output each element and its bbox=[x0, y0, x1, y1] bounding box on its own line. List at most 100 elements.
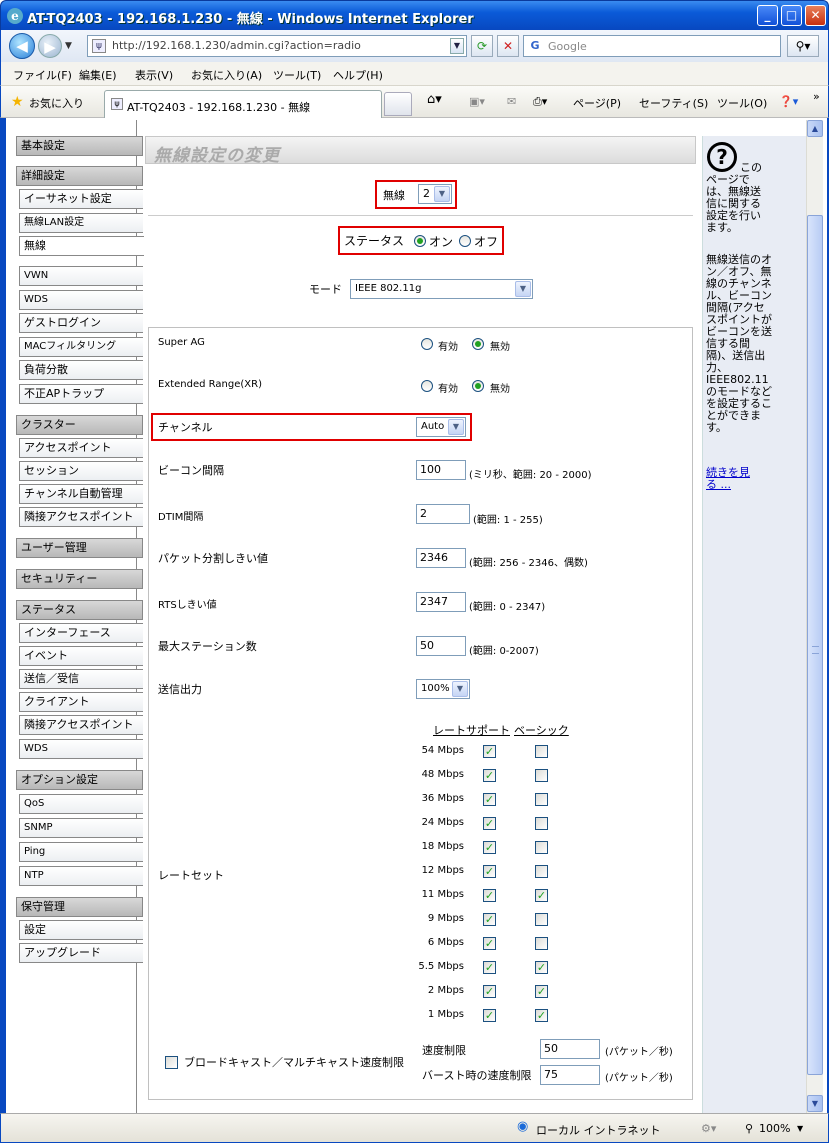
mail-icon[interactable]: ✉ bbox=[507, 95, 516, 108]
chevron-icon[interactable]: » bbox=[813, 90, 820, 103]
radio-select[interactable]: 2 ▼ bbox=[418, 184, 452, 204]
menu-favorites[interactable]: お気に入り(A) bbox=[191, 67, 262, 83]
nav-basic[interactable]: 基本設定 bbox=[16, 136, 143, 156]
nav-mac-filter[interactable]: MACフィルタリング bbox=[19, 337, 143, 357]
page-menu[interactable]: ページ(P) bbox=[573, 95, 621, 111]
nav-upgrade[interactable]: アップグレード bbox=[19, 943, 143, 963]
status-on-radio[interactable] bbox=[414, 235, 426, 247]
rate-basic-checkbox[interactable] bbox=[535, 793, 548, 806]
nav-maintenance[interactable]: 保守管理 bbox=[16, 897, 143, 917]
rate-basic-checkbox[interactable] bbox=[535, 937, 548, 950]
zoom-level[interactable]: 100% bbox=[759, 1122, 790, 1135]
rate-basic-checkbox[interactable] bbox=[535, 817, 548, 830]
safety-menu[interactable]: セーフティ(S) bbox=[639, 95, 708, 111]
nav-security[interactable]: セキュリティー bbox=[16, 569, 143, 589]
zoom-dropdown-icon[interactable]: ▼ bbox=[797, 1124, 803, 1133]
menu-help[interactable]: ヘルプ(H) bbox=[333, 67, 383, 83]
nav-status[interactable]: ステータス bbox=[16, 600, 143, 620]
maximize-button[interactable]: □ bbox=[781, 5, 802, 26]
close-button[interactable]: ✕ bbox=[805, 5, 826, 26]
rate-limit-input[interactable]: 50 bbox=[540, 1039, 600, 1059]
menu-file[interactable]: ファイル(F) bbox=[13, 67, 72, 83]
nav-neighbor-ap[interactable]: 隣接アクセスポイント bbox=[19, 507, 143, 527]
stop-button[interactable]: ✕ bbox=[497, 35, 519, 57]
rate-support-checkbox[interactable]: ✓ bbox=[483, 937, 496, 950]
rate-support-checkbox[interactable]: ✓ bbox=[483, 865, 496, 878]
feeds-icon[interactable]: ▣▾ bbox=[469, 95, 485, 108]
rate-support-checkbox[interactable]: ✓ bbox=[483, 889, 496, 902]
rate-support-checkbox[interactable]: ✓ bbox=[483, 1009, 496, 1022]
rate-basic-checkbox[interactable] bbox=[535, 841, 548, 854]
forward-button[interactable]: ▶ bbox=[38, 34, 62, 58]
mode-select[interactable]: IEEE 802.11g ▼ bbox=[350, 279, 533, 299]
nav-status-neighbor-ap[interactable]: 隣接アクセスポイント bbox=[19, 715, 143, 735]
rate-basic-checkbox[interactable] bbox=[535, 913, 548, 926]
nav-rogue-ap[interactable]: 不正APトラップ bbox=[19, 384, 143, 404]
nav-advanced[interactable]: 詳細設定 bbox=[16, 166, 143, 186]
search-field[interactable]: G Google bbox=[523, 35, 781, 57]
nav-ping[interactable]: Ping bbox=[19, 842, 143, 862]
rate-support-checkbox[interactable]: ✓ bbox=[483, 793, 496, 806]
nav-user-mgmt[interactable]: ユーザー管理 bbox=[16, 538, 143, 558]
favorites-button[interactable]: お気に入り bbox=[29, 95, 84, 111]
nav-cluster[interactable]: クラスター bbox=[16, 415, 143, 435]
nav-config[interactable]: 設定 bbox=[19, 920, 143, 940]
nav-options[interactable]: オプション設定 bbox=[16, 770, 143, 790]
refresh-button[interactable]: ⟳ bbox=[471, 35, 493, 57]
nav-qos[interactable]: QoS bbox=[19, 794, 143, 814]
new-tab-button[interactable] bbox=[384, 92, 412, 116]
super-ag-disable-radio[interactable] bbox=[472, 338, 484, 350]
nav-wireless-lan[interactable]: 無線LAN設定 bbox=[19, 213, 143, 233]
address-dropdown-icon[interactable]: ▼ bbox=[450, 38, 464, 54]
broadcast-checkbox[interactable] bbox=[165, 1056, 178, 1069]
tools-menu[interactable]: ツール(O) bbox=[717, 95, 767, 111]
dtim-input[interactable]: 2 bbox=[416, 504, 470, 524]
xr-enable-radio[interactable] bbox=[421, 380, 433, 392]
rate-support-checkbox[interactable]: ✓ bbox=[483, 817, 496, 830]
menu-tools[interactable]: ツール(T) bbox=[273, 67, 321, 83]
home-icon[interactable]: ⌂▾ bbox=[427, 92, 442, 107]
rts-input[interactable]: 2347 bbox=[416, 592, 466, 612]
rate-basic-checkbox[interactable] bbox=[535, 745, 548, 758]
maxsta-input[interactable]: 50 bbox=[416, 636, 466, 656]
nav-ethernet[interactable]: イーサネット設定 bbox=[19, 189, 143, 209]
rate-basic-checkbox[interactable] bbox=[535, 769, 548, 782]
rate-basic-checkbox[interactable] bbox=[535, 865, 548, 878]
nav-load-balance[interactable]: 負荷分散 bbox=[19, 360, 143, 380]
history-dropdown-icon[interactable]: ▼ bbox=[65, 41, 72, 51]
xr-disable-radio[interactable] bbox=[472, 380, 484, 392]
rate-support-checkbox[interactable]: ✓ bbox=[483, 745, 496, 758]
beacon-input[interactable]: 100 bbox=[416, 460, 466, 480]
scroll-down-button[interactable]: ▼ bbox=[807, 1095, 823, 1112]
back-button[interactable]: ◀ bbox=[9, 33, 35, 59]
help-more-link[interactable]: 続きを見る ... bbox=[706, 467, 756, 491]
scroll-up-button[interactable]: ▲ bbox=[807, 120, 823, 137]
nav-access-point[interactable]: アクセスポイント bbox=[19, 438, 143, 458]
rate-support-checkbox[interactable]: ✓ bbox=[483, 913, 496, 926]
nav-status-wds[interactable]: WDS bbox=[19, 739, 143, 759]
channel-select[interactable]: Auto ▼ bbox=[416, 417, 466, 437]
super-ag-enable-radio[interactable] bbox=[421, 338, 433, 350]
rate-basic-checkbox[interactable]: ✓ bbox=[535, 985, 548, 998]
rate-support-checkbox[interactable]: ✓ bbox=[483, 961, 496, 974]
minimize-button[interactable]: _ bbox=[757, 5, 778, 26]
nav-ntp[interactable]: NTP bbox=[19, 866, 143, 886]
rate-support-checkbox[interactable]: ✓ bbox=[483, 985, 496, 998]
nav-session[interactable]: セッション bbox=[19, 461, 143, 481]
rate-basic-checkbox[interactable]: ✓ bbox=[535, 961, 548, 974]
rate-support-checkbox[interactable]: ✓ bbox=[483, 769, 496, 782]
tab-active[interactable]: ψ AT-TQ2403 - 192.168.1.230 - 無線 bbox=[104, 90, 382, 118]
rate-support-checkbox[interactable]: ✓ bbox=[483, 841, 496, 854]
nav-channel-mgmt[interactable]: チャンネル自動管理 bbox=[19, 484, 143, 504]
status-off-radio[interactable] bbox=[459, 235, 471, 247]
protected-mode-icon[interactable]: ⚙▾ bbox=[701, 1122, 716, 1135]
nav-wds[interactable]: WDS bbox=[19, 290, 143, 310]
help-icon[interactable]: ❓▾ bbox=[779, 95, 798, 108]
scroll-thumb[interactable] bbox=[807, 215, 823, 1075]
burst-input[interactable]: 75 bbox=[540, 1065, 600, 1085]
rate-basic-checkbox[interactable]: ✓ bbox=[535, 1009, 548, 1022]
address-field[interactable]: ψ http://192.168.1.230/admin.cgi?action=… bbox=[87, 35, 467, 57]
nav-client[interactable]: クライアント bbox=[19, 692, 143, 712]
nav-interface[interactable]: インターフェース bbox=[19, 623, 143, 643]
txpower-select[interactable]: 100% ▼ bbox=[416, 679, 470, 699]
